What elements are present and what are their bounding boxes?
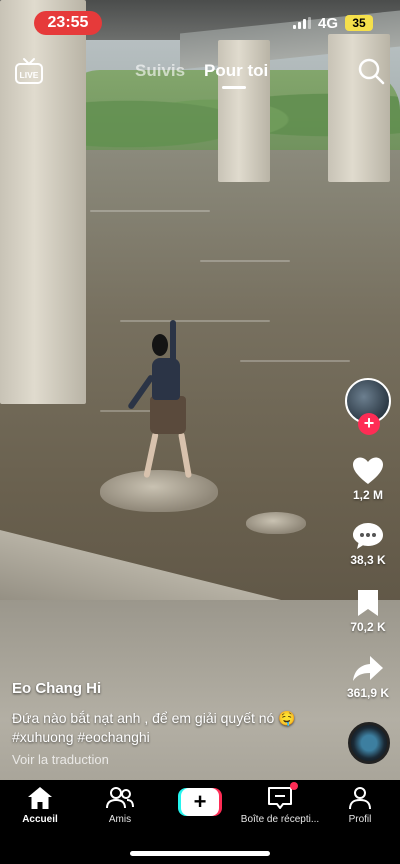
tab-active-indicator	[222, 86, 246, 89]
tab-for-you[interactable]: Pour toi	[204, 61, 268, 81]
heart-icon	[353, 457, 383, 484]
status-bar: 23:55 4G 35	[0, 0, 400, 46]
friends-icon	[106, 787, 134, 809]
live-label: LIVE	[20, 70, 39, 80]
comment-icon	[353, 523, 383, 549]
video-person-arm-raised	[170, 320, 176, 364]
cellular-signal-icon	[293, 17, 311, 29]
search-icon	[358, 58, 385, 85]
video-caption[interactable]: Đứa nào bắt nạt anh , để em giải quyết n…	[12, 709, 312, 747]
inbox-icon	[268, 787, 292, 809]
network-type: 4G	[318, 15, 339, 32]
nav-profile-label: Profil	[348, 814, 372, 825]
video-person-head	[152, 334, 168, 356]
comment-button[interactable]: 38,3 K	[340, 521, 396, 567]
inbox-notification-dot	[290, 782, 298, 790]
nav-home-label: Accueil	[22, 814, 58, 825]
share-button[interactable]: 361,9 K	[340, 654, 396, 700]
nav-profile[interactable]: Profil	[320, 786, 400, 825]
author-name[interactable]: Eo Chang Hi	[12, 680, 101, 697]
battery-icon: 35	[345, 15, 373, 31]
home-icon	[28, 787, 52, 809]
like-button[interactable]: 1,2 M	[340, 456, 396, 502]
see-translation-link[interactable]: Voir la traduction	[12, 752, 109, 767]
video-person-legs	[143, 431, 192, 482]
home-indicator[interactable]	[130, 851, 270, 856]
video-person-skirt	[150, 396, 186, 434]
save-count: 70,2 K	[350, 620, 386, 634]
share-arrow-icon	[353, 656, 383, 681]
music-disc-button[interactable]	[348, 722, 390, 764]
comment-count: 38,3 K	[350, 553, 386, 567]
bookmark-icon	[358, 590, 378, 616]
like-count: 1,2 M	[352, 488, 383, 502]
live-button[interactable]: LIVE	[14, 56, 44, 86]
live-tv-icon: LIVE	[15, 58, 43, 84]
tab-following[interactable]: Suivis	[135, 61, 185, 81]
nav-inbox-label: Boîte de récepti...	[240, 814, 320, 825]
save-button[interactable]: 70,2 K	[340, 588, 396, 634]
battery-level: 35	[352, 16, 366, 30]
nav-home[interactable]: Accueil	[0, 786, 80, 825]
create-icon: +	[181, 788, 219, 816]
status-time: 23:55	[34, 11, 102, 35]
profile-icon	[349, 787, 371, 810]
follow-button[interactable]: +	[358, 413, 380, 435]
nav-friends-label: Amis	[108, 814, 132, 825]
search-button[interactable]	[356, 56, 386, 86]
share-count: 361,9 K	[346, 686, 390, 700]
create-button[interactable]: +	[178, 788, 222, 816]
video-person-torso	[152, 358, 180, 400]
tiktok-feed-screen: 23:55 4G 35 LIVE Suivis Pour toi + 1,2 M	[0, 0, 400, 864]
video-rock-small	[246, 512, 306, 534]
nav-friends[interactable]: Amis	[80, 786, 160, 825]
nav-inbox[interactable]: Boîte de récepti...	[240, 786, 320, 825]
